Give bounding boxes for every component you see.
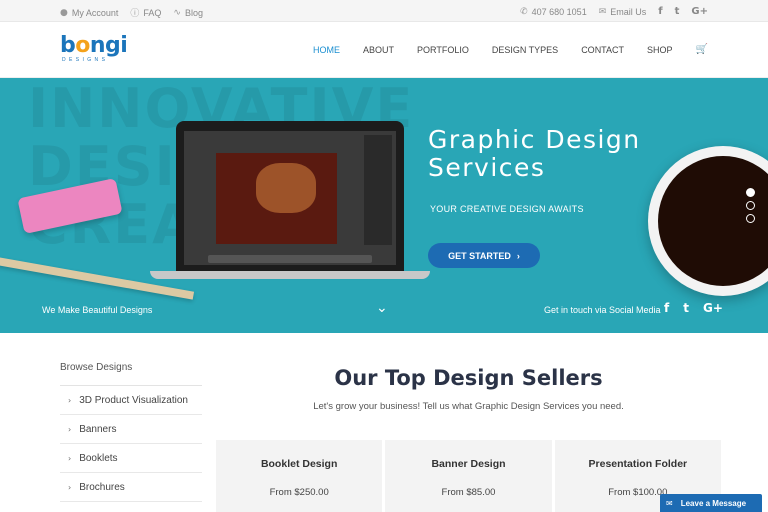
nav-contact[interactable]: CONTACT [581, 45, 624, 55]
google-plus-icon[interactable]: G+ [691, 6, 708, 17]
slide-dot-1[interactable] [746, 188, 755, 197]
chevron-right-icon: › [68, 453, 72, 463]
faq-link[interactable]: ⓘ FAQ [130, 6, 162, 20]
design-artwork [216, 153, 337, 244]
product-price: From $85.00 [441, 487, 496, 498]
phone-link[interactable]: ✆ 407 680 1051 [520, 7, 587, 17]
browse-designs-sidebar: Browse Designs › 3D Product Visualization… [60, 362, 202, 502]
main-nav: HOME ABOUT PORTFOLIO DESIGN TYPES CONTAC… [313, 44, 708, 55]
sidebar-title: Browse Designs [60, 362, 202, 386]
nav-about[interactable]: ABOUT [363, 45, 394, 55]
phone-icon: ✆ [520, 6, 528, 17]
question-icon: ⓘ [130, 9, 140, 19]
twitter-icon[interactable]: t [675, 6, 680, 17]
chevron-right-icon: › [68, 424, 72, 434]
hero-social-text: Get in touch via Social Media [544, 305, 661, 315]
facebook-icon[interactable]: f [658, 6, 662, 17]
sidebar-item-3d-product-visualization[interactable]: › 3D Product Visualization [60, 386, 202, 415]
nav-shop[interactable]: SHOP [647, 45, 673, 55]
product-name: Banner Design [431, 458, 506, 470]
hero-title: Graphic Design Services [428, 125, 641, 182]
my-account-link[interactable]: ● My Account [60, 6, 118, 19]
product-card[interactable]: Booklet Design From $250.00 [216, 440, 383, 512]
blog-label: Blog [184, 7, 203, 18]
phone-number: 407 680 1051 [531, 6, 587, 17]
leave-message-label: Leave a Message [680, 498, 747, 508]
leave-message-button[interactable]: ✉ Leave a Message [660, 494, 762, 512]
user-icon: ● [60, 7, 68, 18]
laptop-base [150, 271, 430, 279]
slide-dot-3[interactable] [746, 214, 755, 223]
email-label: Email Us [610, 6, 647, 17]
hero-subtitle: YOUR CREATIVE DESIGN AWAITS [430, 204, 584, 214]
product-name: Presentation Folder [588, 458, 688, 470]
envelope-icon: ✉ [666, 498, 673, 508]
envelope-icon: ✉ [598, 6, 607, 17]
chevron-right-icon: › [68, 395, 72, 405]
tool-panel [364, 135, 392, 245]
slide-dot-2[interactable] [746, 201, 755, 210]
top-bar: ● My Account ⓘ FAQ ∿ Blog ✆ 407 680 1051 ✉ Em… [0, 0, 768, 22]
sidebar-item-banners[interactable]: › Banners [60, 415, 202, 444]
logo-wordmark: bongi [60, 33, 128, 58]
nav-portfolio[interactable]: PORTFOLIO [417, 45, 469, 55]
slide-indicators [746, 188, 755, 223]
facebook-icon[interactable]: f [664, 301, 669, 315]
blog-link[interactable]: ∿ Blog [173, 6, 203, 19]
top-bar-links: ● My Account ⓘ FAQ ∿ Blog [60, 6, 203, 20]
my-account-label: My Account [71, 7, 119, 18]
hero-tagline: We Make Beautiful Designs [42, 305, 153, 315]
google-plus-icon[interactable]: G+ [703, 301, 723, 315]
product-card[interactable]: Banner Design From $85.00 [385, 440, 552, 512]
top-bar-contact: ✆ 407 680 1051 ✉ Email Us f t G+ [520, 6, 708, 17]
cart-icon[interactable]: 🛒 [696, 44, 708, 55]
section-subtitle: Let's grow your business! Tell us what G… [313, 401, 624, 412]
nav-home[interactable]: HOME [313, 45, 340, 55]
site-header: bongi DESIGNS HOME ABOUT PORTFOLIO DESIG… [0, 22, 768, 78]
logo[interactable]: bongi DESIGNS [60, 33, 128, 64]
hero-social-links: f t G+ [664, 301, 723, 315]
scroll-down-chevron-icon[interactable]: ⌄ [376, 300, 388, 316]
get-started-button[interactable]: GET STARTED › [428, 243, 540, 268]
chevron-right-icon: › [68, 482, 72, 492]
twitter-icon[interactable]: t [683, 301, 689, 315]
product-name: Booklet Design [260, 458, 338, 470]
faq-label: FAQ [143, 7, 162, 18]
sidebar-item-brochures[interactable]: › Brochures [60, 473, 202, 502]
product-price: From $250.00 [269, 487, 329, 498]
email-link[interactable]: ✉ Email Us [599, 7, 647, 17]
dock [208, 255, 372, 263]
laptop-screen [184, 131, 396, 265]
product-cards: Booklet Design From $250.00 Banner Desig… [216, 440, 721, 512]
rss-icon: ∿ [173, 7, 181, 18]
nav-design-types[interactable]: DESIGN TYPES [492, 45, 558, 55]
sidebar-item-booklets[interactable]: › Booklets [60, 444, 202, 473]
chevron-right-icon: › [516, 250, 520, 261]
hero-banner: INNOVATIVE DESIGN CREATIONS Graphic Desi… [0, 78, 768, 333]
get-started-label: GET STARTED [448, 250, 511, 261]
laptop-image [176, 121, 404, 271]
section-title: Our Top Design Sellers [334, 366, 603, 390]
